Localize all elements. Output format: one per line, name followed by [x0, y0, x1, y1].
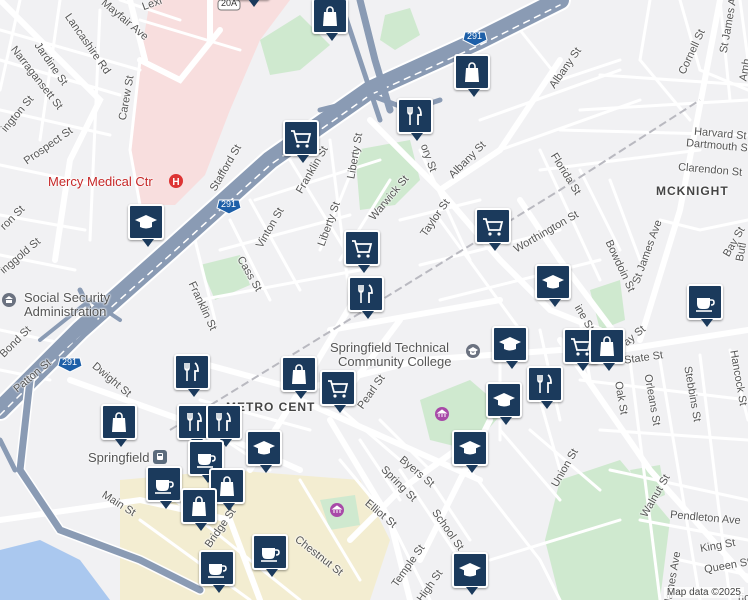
shopping-marker[interactable] [181, 488, 217, 531]
education-marker[interactable] [128, 204, 164, 247]
shopping-bag-icon [600, 336, 614, 356]
school-icon[interactable] [466, 344, 480, 358]
restaurant-marker[interactable] [206, 404, 242, 447]
hospital-icon[interactable]: H [169, 174, 183, 188]
fork-knife-icon [358, 284, 373, 303]
shopping-bag-icon [192, 496, 206, 516]
education-marker[interactable] [492, 326, 528, 369]
coffee-cup-icon [696, 298, 715, 312]
restaurant-marker[interactable] [348, 276, 384, 319]
graduation-cap-icon [459, 441, 481, 455]
shopping-bag-icon [292, 364, 306, 384]
grocery-marker[interactable] [283, 120, 319, 163]
fork-knife-icon [537, 374, 552, 393]
education-marker[interactable] [452, 552, 488, 595]
education-marker[interactable] [535, 264, 571, 307]
coffee-cup-icon [261, 548, 280, 562]
graduation-cap-icon [135, 215, 157, 229]
graduation-cap-icon [459, 563, 481, 577]
grocery-marker[interactable] [475, 208, 511, 251]
shopping-bag-icon [323, 6, 337, 26]
map-attribution: Map data ©2025 [663, 587, 744, 598]
education-marker[interactable] [486, 382, 522, 425]
grocery-marker[interactable] [320, 370, 356, 413]
shopping-bag-icon [112, 412, 126, 432]
government-icon[interactable] [2, 293, 16, 307]
map-view[interactable]: H Mercy Medical Ctr Social Security Admi… [0, 0, 748, 600]
education-marker[interactable] [246, 430, 282, 473]
shopping-marker[interactable] [589, 328, 625, 371]
train-station-icon[interactable] [153, 450, 167, 464]
graduation-cap-icon [542, 275, 564, 289]
cafe-marker[interactable] [146, 466, 182, 509]
education-marker[interactable] [452, 430, 488, 473]
shopping-bag-icon [465, 62, 479, 82]
restaurant-marker[interactable] [527, 366, 563, 409]
graduation-cap-icon [253, 441, 275, 455]
fork-knife-icon [216, 412, 231, 431]
graduation-cap-icon [493, 393, 515, 407]
coffee-cup-icon [208, 564, 227, 578]
shopping-cart-icon [328, 380, 349, 398]
fork-knife-icon [184, 362, 199, 381]
shopping-cart-icon [352, 240, 373, 258]
restaurant-marker[interactable] [174, 354, 210, 397]
shopping-cart-icon [483, 218, 504, 236]
shopping-cart-icon [291, 130, 312, 148]
grocery-marker[interactable] [344, 230, 380, 273]
graduation-cap-icon [499, 337, 521, 351]
coffee-cup-icon [155, 480, 174, 494]
cafe-marker[interactable] [687, 284, 723, 327]
museum-icon[interactable] [330, 503, 344, 517]
museum-icon[interactable] [435, 407, 449, 421]
shopping-bag-icon [220, 476, 234, 496]
fork-knife-icon [407, 106, 422, 125]
restaurant-marker[interactable] [397, 98, 433, 141]
shopping-marker[interactable] [454, 54, 490, 97]
cafe-marker[interactable] [252, 534, 288, 577]
shopping-marker[interactable] [281, 356, 317, 399]
shopping-marker[interactable] [312, 0, 348, 41]
cafe-marker[interactable] [199, 550, 235, 593]
svg-text:H: H [172, 177, 179, 188]
shopping-marker[interactable] [101, 404, 137, 447]
fork-knife-icon [187, 412, 202, 431]
